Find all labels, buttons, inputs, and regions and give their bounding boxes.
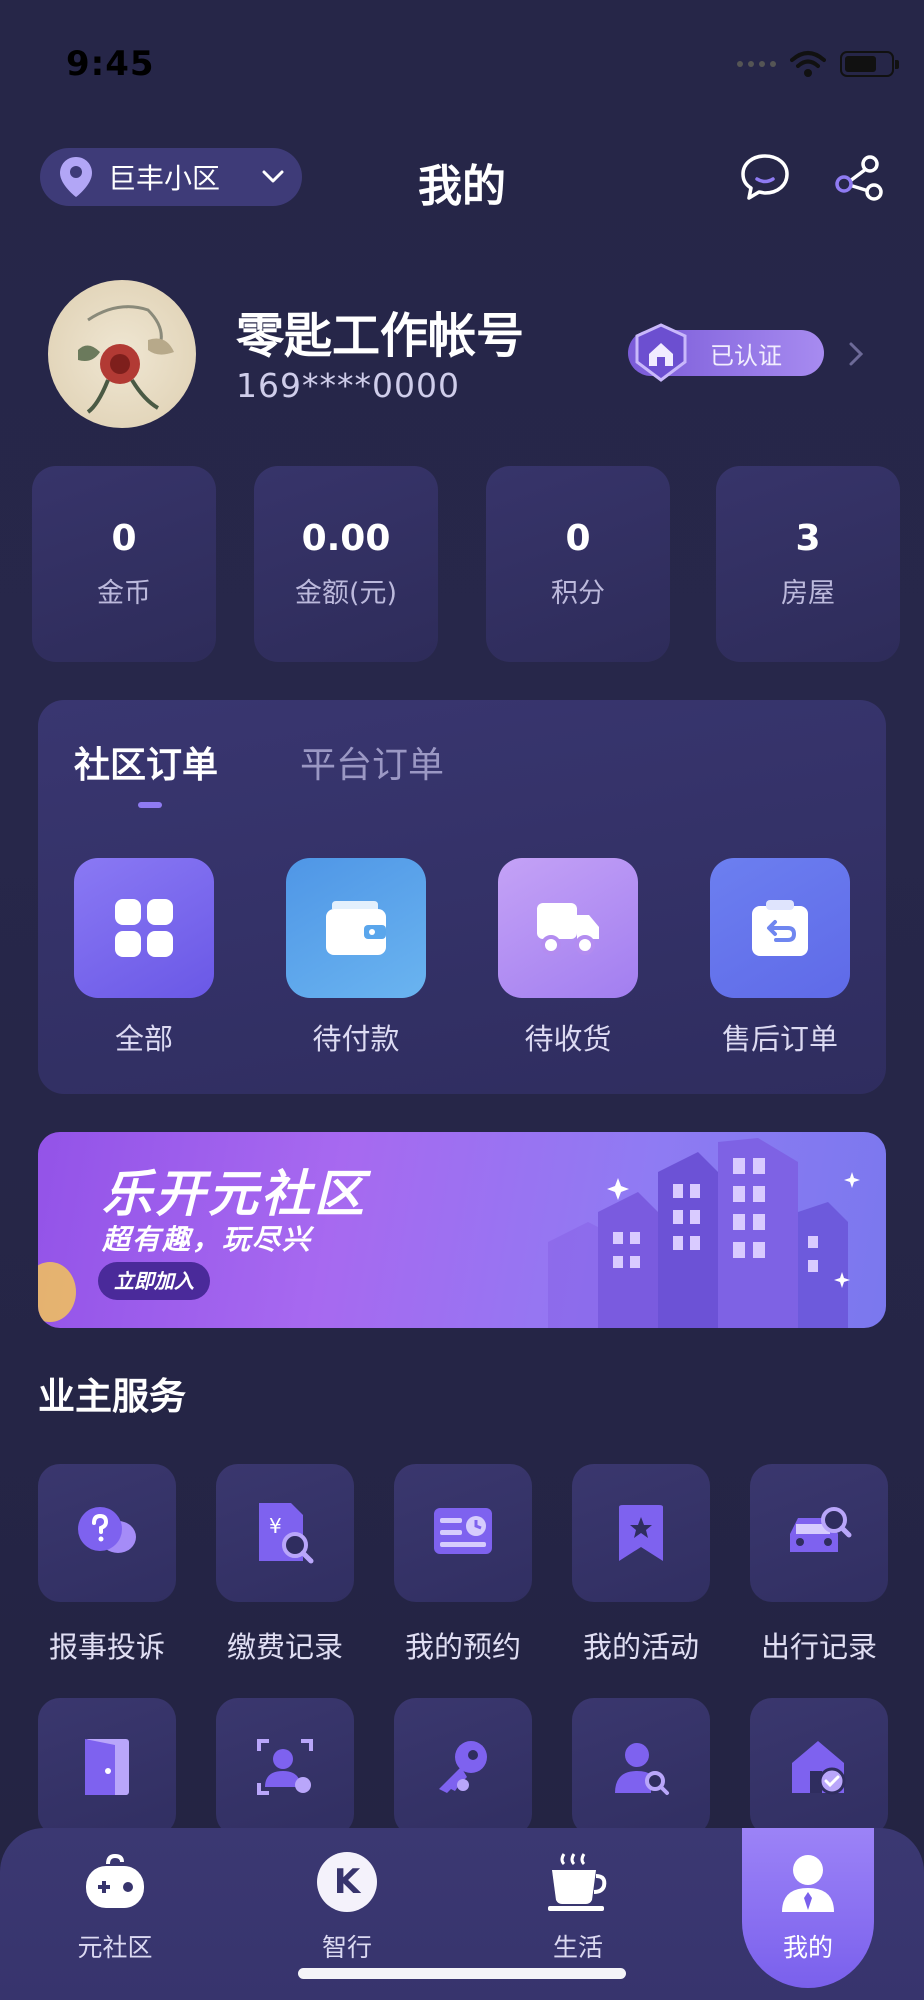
appointment-icon	[434, 1508, 492, 1554]
tab-indicator	[138, 802, 162, 808]
return-box-icon	[752, 900, 808, 956]
coffee-cup-icon	[548, 1853, 607, 1911]
buildings-illustration	[548, 1138, 860, 1328]
order-label: 待付款	[312, 1022, 400, 1056]
truck-icon	[537, 903, 599, 955]
service-label: 报事投诉	[48, 1630, 165, 1664]
service-report-button[interactable]	[38, 1464, 176, 1602]
key-icon	[439, 1741, 487, 1793]
stat-label: 房屋	[781, 578, 835, 609]
avatar[interactable]	[48, 280, 196, 428]
service-payment-records-button[interactable]: ¥	[216, 1464, 354, 1602]
service-label: 缴费记录	[226, 1630, 343, 1664]
service-travel-records-button[interactable]	[750, 1464, 888, 1602]
order-label: 售后订单	[721, 1022, 838, 1056]
service-face-button[interactable]	[216, 1698, 354, 1836]
stat-points[interactable]: 0 积分	[486, 466, 670, 662]
stat-houses[interactable]: 3 房屋	[716, 466, 900, 662]
bill-search-icon: ¥	[259, 1503, 314, 1564]
service-key-button[interactable]	[394, 1698, 532, 1836]
gamepad-icon	[86, 1853, 144, 1908]
chevron-right-icon[interactable]	[846, 340, 866, 368]
stat-coins[interactable]: 0 金币	[32, 466, 216, 662]
stat-amount[interactable]: 0.00 金额(元)	[254, 466, 438, 662]
house-shield-icon	[635, 323, 687, 382]
tab-label: 我的	[782, 1933, 833, 1962]
person-search-icon	[615, 1743, 669, 1795]
battery-icon	[840, 51, 899, 77]
account-phone: 169****0000	[236, 366, 460, 405]
wallet-icon	[326, 901, 386, 955]
order-to-receive-button[interactable]	[498, 858, 638, 998]
home-indicator	[298, 1968, 626, 1979]
signal-icon	[737, 61, 776, 67]
stat-value: 0	[111, 518, 137, 559]
tab-label: 智行	[321, 1933, 372, 1962]
user-icon	[782, 1855, 834, 1912]
message-icon[interactable]	[738, 150, 792, 204]
grid-icon	[115, 899, 173, 957]
service-activities-button[interactable]	[572, 1464, 710, 1602]
house-check-icon	[792, 1741, 846, 1795]
service-door-button[interactable]	[38, 1698, 176, 1836]
order-all-button[interactable]	[74, 858, 214, 998]
order-unpaid-button[interactable]	[286, 858, 426, 998]
verified-label: 已认证	[710, 341, 782, 370]
join-button[interactable]: 立即加入	[98, 1262, 210, 1300]
svg-text:¥: ¥	[269, 1514, 282, 1538]
service-house-button[interactable]	[750, 1698, 888, 1836]
stat-label: 积分	[551, 578, 605, 609]
tab-label: 元社区	[77, 1933, 153, 1962]
wifi-icon	[790, 51, 826, 77]
order-after-sale-button[interactable]	[710, 858, 850, 998]
service-label: 出行记录	[760, 1630, 877, 1664]
banner-subtitle: 超有趣，玩尽兴	[102, 1223, 313, 1256]
banner-title: 乐开元社区	[102, 1165, 367, 1223]
stat-value: 3	[795, 518, 821, 559]
door-icon	[85, 1739, 129, 1795]
order-label: 待收货	[524, 1022, 612, 1056]
coin-decoration-icon	[38, 1262, 76, 1322]
avatar-artwork	[78, 305, 174, 414]
service-visitor-button[interactable]	[572, 1698, 710, 1836]
service-appointments-button[interactable]	[394, 1464, 532, 1602]
face-scan-icon	[257, 1739, 313, 1795]
tab-community-orders[interactable]: 社区订单	[74, 736, 218, 788]
tab-yuan-community[interactable]	[25, 1852, 205, 1914]
stat-value: 0.00	[301, 518, 391, 559]
service-label: 我的活动	[582, 1630, 699, 1664]
status-icons	[737, 50, 899, 78]
section-title-owner-services: 业主服务	[38, 1375, 186, 1418]
tab-life[interactable]	[488, 1852, 668, 1918]
promo-banner[interactable]: 乐开元社区 超有趣，玩尽兴 立即加入	[38, 1132, 886, 1328]
star-bookmark-icon	[619, 1505, 663, 1561]
account-name: 零匙工作帐号	[236, 308, 525, 364]
status-time: 9:45	[66, 44, 155, 84]
tab-mine[interactable]	[718, 1852, 898, 1918]
stat-label: 金额(元)	[294, 578, 398, 609]
question-chat-icon	[78, 1507, 136, 1553]
car-search-icon	[790, 1507, 852, 1552]
service-label: 我的预约	[404, 1630, 521, 1664]
tab-platform-orders[interactable]: 平台订单	[300, 736, 444, 788]
tab-smart-travel[interactable]: K	[257, 1852, 437, 1912]
share-icon[interactable]	[832, 150, 886, 204]
order-label: 全部	[114, 1022, 173, 1056]
stat-value: 0	[565, 518, 591, 559]
tab-label: 生活	[552, 1933, 603, 1962]
k-circle-icon: K	[317, 1852, 377, 1912]
stat-label: 金币	[97, 578, 151, 609]
